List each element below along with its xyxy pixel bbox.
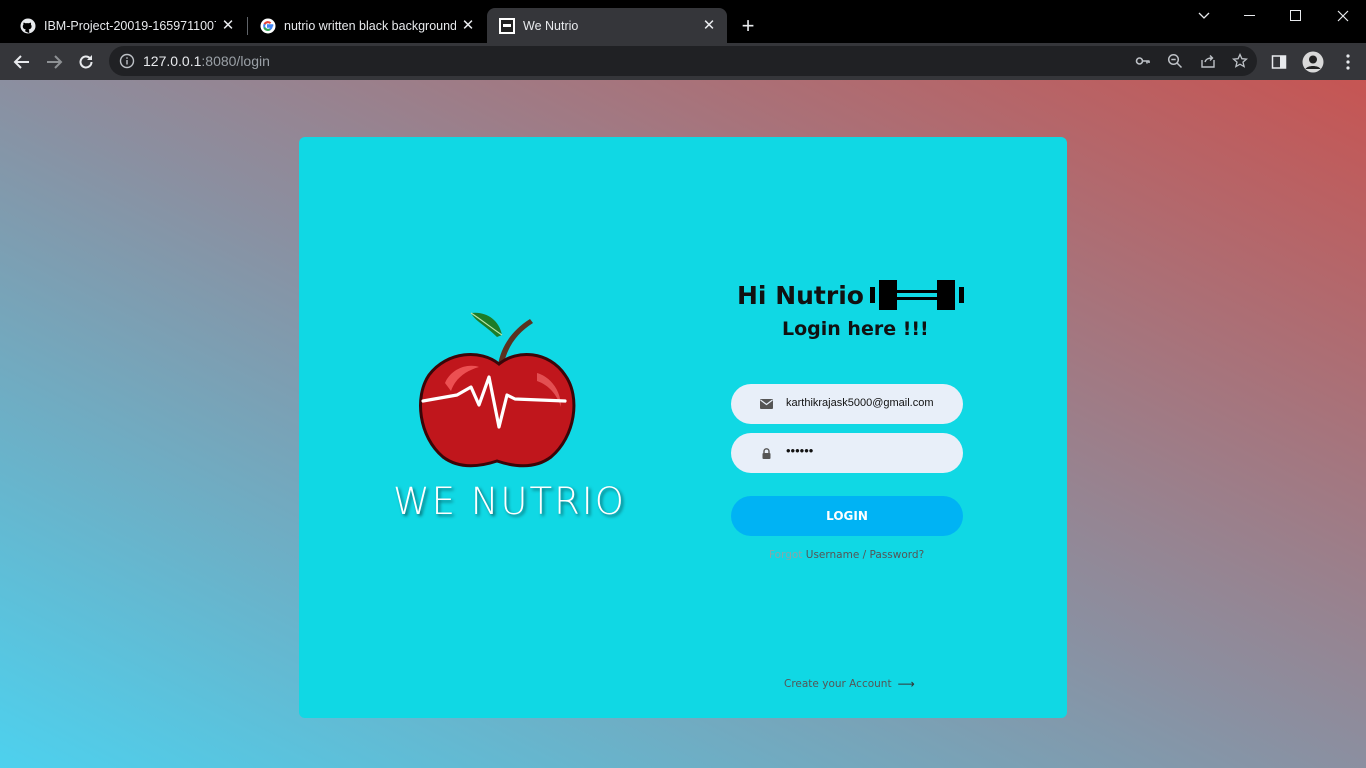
create-account-link[interactable]: Create your Account ⟶ <box>784 677 915 691</box>
login-card: WE NUTRIO Hi Nutrio Login here !!! karth… <box>299 137 1067 718</box>
address-bar[interactable]: 127.0.0.1:8080/login <box>109 46 1257 76</box>
login-subtitle: Login here !!! <box>782 318 929 340</box>
info-icon[interactable] <box>119 53 135 69</box>
email-field[interactable]: karthikrajask5000@gmail.com <box>731 384 963 424</box>
we-nutrio-icon <box>499 17 515 34</box>
forgot-link[interactable]: Username / Password? <box>806 549 924 561</box>
tab-github[interactable]: IBM-Project-20019-1659711007/ ✕ <box>8 8 246 43</box>
close-tab-icon[interactable]: ✕ <box>701 17 717 34</box>
star-icon[interactable] <box>1231 52 1249 69</box>
dumbbell-icon <box>869 280 964 310</box>
browser-toolbar: 127.0.0.1:8080/login <box>0 43 1366 80</box>
arrow-right-icon: ⟶ <box>897 677 915 691</box>
back-arrow-icon[interactable] <box>7 47 37 77</box>
greeting-text: Hi Nutrio <box>737 280 864 310</box>
url-host: 127.0.0.1 <box>143 53 202 69</box>
new-tab-icon[interactable]: + <box>736 13 760 38</box>
forgot-prefix: Forgot <box>769 549 803 561</box>
menu-kebab-icon[interactable] <box>1338 52 1358 72</box>
tab-title: nutrio written black background <box>284 18 456 33</box>
tab-strip: IBM-Project-20019-1659711007/ ✕ nutrio w… <box>0 0 1366 43</box>
maximize-icon[interactable] <box>1273 0 1319 32</box>
side-panel-icon[interactable] <box>1269 52 1289 72</box>
chevron-down-icon[interactable] <box>1181 0 1227 32</box>
tab-we-nutrio[interactable]: We Nutrio ✕ <box>487 8 727 43</box>
github-icon <box>20 18 36 34</box>
lock-icon <box>759 446 773 460</box>
close-tab-icon[interactable]: ✕ <box>220 17 236 34</box>
close-tab-icon[interactable]: ✕ <box>460 17 476 34</box>
create-account-label: Create your Account <box>784 678 892 690</box>
tab-google[interactable]: nutrio written black background ✕ <box>248 8 486 43</box>
minimize-icon[interactable] <box>1227 0 1273 32</box>
brand-name: WE NUTRIO <box>393 480 626 523</box>
tab-title: IBM-Project-20019-1659711007/ <box>44 18 216 33</box>
share-icon[interactable] <box>1200 53 1216 69</box>
url-path: :8080/login <box>201 53 270 69</box>
url-text: 127.0.0.1:8080/login <box>143 53 270 69</box>
greeting-heading: Hi Nutrio <box>737 278 966 312</box>
google-icon <box>260 18 276 34</box>
login-button[interactable]: LOGIN <box>731 496 963 536</box>
reload-icon[interactable] <box>71 47 101 77</box>
password-value: •••••• <box>786 443 814 458</box>
zoom-icon[interactable] <box>1167 53 1183 69</box>
profile-avatar-icon[interactable] <box>1301 50 1325 74</box>
envelope-icon <box>759 397 773 411</box>
tab-title: We Nutrio <box>523 18 579 33</box>
key-icon[interactable] <box>1135 53 1151 69</box>
forward-arrow-icon[interactable] <box>39 47 69 77</box>
close-window-icon[interactable] <box>1320 0 1366 32</box>
forgot-credentials: Forgot Username / Password? <box>769 549 924 561</box>
password-field[interactable]: •••••• <box>731 433 963 473</box>
apple-logo-icon <box>419 312 576 468</box>
page-viewport: WE NUTRIO Hi Nutrio Login here !!! karth… <box>0 80 1366 768</box>
email-value: karthikrajask5000@gmail.com <box>786 397 934 409</box>
